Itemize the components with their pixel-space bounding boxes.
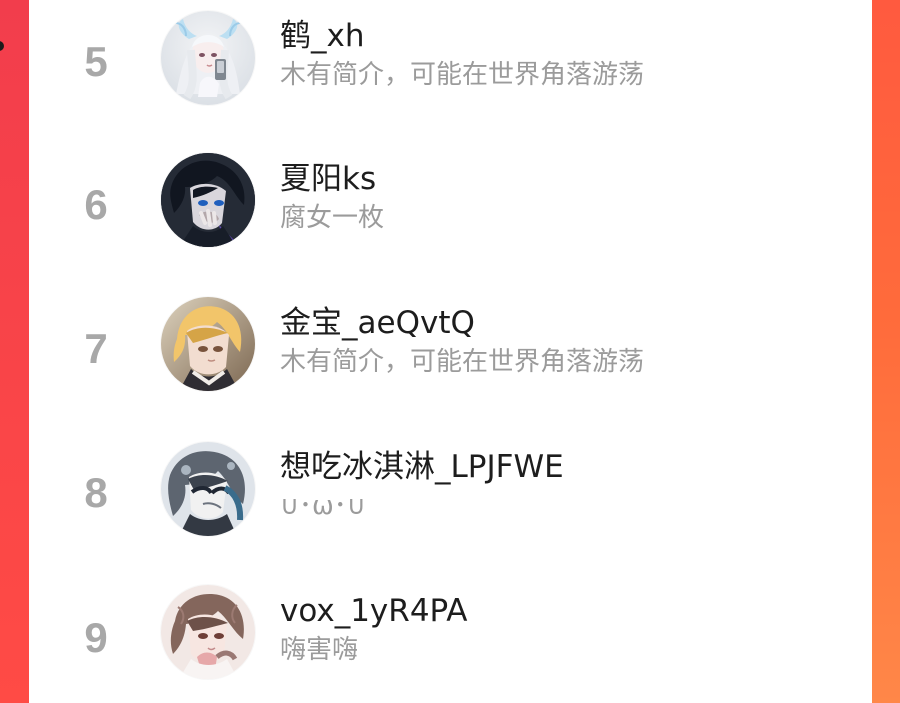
user-bio: 腐女一枚	[280, 203, 385, 233]
right-background-strip	[872, 0, 900, 703]
ranking-list-item-9[interactable]: 9 vox_1yR4PA 嗨害嗨	[29, 575, 872, 703]
user-bio: 嗨害嗨	[280, 635, 359, 665]
avatar-dark-haired-boy-icon[interactable]	[161, 153, 255, 247]
user-bio: ∪･ω･∪	[280, 491, 366, 521]
rank-number: 7	[84, 325, 108, 372]
ranking-card: 5 鹤_xh 木有简介，可能在世界角落游荡 6 夏阳ks 腐女一枚 7 金宝_a…	[29, 0, 872, 703]
user-bio: 木有简介，可能在世界角落游荡	[280, 60, 645, 90]
dark-edge-dot	[0, 41, 4, 51]
avatar-silver-haired-girl-icon[interactable]	[161, 11, 255, 105]
user-ranking-list: 5 鹤_xh 木有简介，可能在世界角落游荡 6 夏阳ks 腐女一枚 7 金宝_a…	[29, 0, 872, 703]
user-name[interactable]: 金宝_aeQvtQ	[280, 305, 475, 341]
ranking-list-item-7[interactable]: 7 金宝_aeQvtQ 木有简介，可能在世界角落游荡	[29, 287, 872, 417]
user-name[interactable]: 夏阳ks	[280, 161, 376, 197]
avatar-brown-haired-girl-icon[interactable]	[161, 585, 255, 679]
user-name[interactable]: 想吃冰淇淋_LPJFWE	[280, 449, 564, 485]
rank-number: 5	[84, 38, 108, 85]
left-background-strip	[0, 0, 29, 703]
ranking-list-item-6[interactable]: 6 夏阳ks 腐女一枚	[29, 143, 872, 273]
user-name[interactable]: 鹤_xh	[280, 18, 365, 54]
rank-number: 9	[84, 614, 108, 661]
rank-number: 6	[84, 181, 108, 228]
ranking-list-item-5[interactable]: 5 鹤_xh 木有简介，可能在世界角落游荡	[29, 0, 872, 130]
avatar-blond-character-icon[interactable]	[161, 297, 255, 391]
avatar-sketch-character-icon[interactable]	[161, 442, 255, 536]
rank-number: 8	[84, 469, 108, 516]
user-name[interactable]: vox_1yR4PA	[280, 593, 467, 629]
user-bio: 木有简介，可能在世界角落游荡	[280, 347, 645, 377]
ranking-list-item-8[interactable]: 8 想吃冰淇淋_LPJFWE ∪･ω･∪	[29, 431, 872, 561]
